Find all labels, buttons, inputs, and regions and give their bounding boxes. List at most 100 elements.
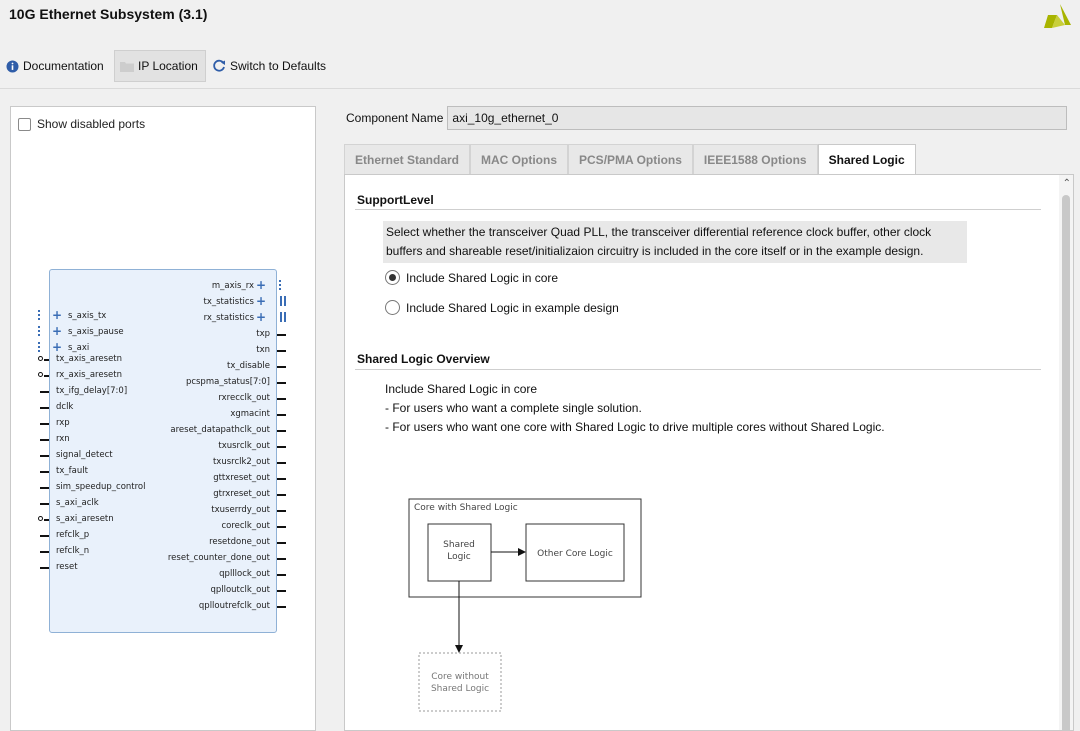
refresh-icon (213, 59, 225, 72)
radio-include-in-core[interactable]: Include Shared Logic in core (385, 270, 558, 285)
port-label: txn (256, 345, 270, 355)
port-label: s_axi_aresetn (56, 514, 114, 524)
tab-ieee1588-options[interactable]: IEEE1588 Options (692, 144, 818, 174)
pin (40, 471, 49, 473)
show-disabled-ports-checkbox[interactable]: Show disabled ports (18, 117, 145, 131)
active-low-pin (38, 372, 43, 377)
expand-icon[interactable]: + (256, 279, 266, 291)
scroll-up-icon[interactable]: ⌃ (1063, 178, 1071, 189)
pin (40, 423, 49, 425)
overview-line: - For users who want a complete single s… (385, 401, 642, 415)
section-divider (355, 369, 1041, 370)
diagram-label: Other Core Logic (537, 549, 613, 559)
pin (277, 510, 286, 512)
port-label: resetdone_out (209, 537, 270, 547)
bus-stack-icon (279, 280, 286, 290)
port-label: tx_axis_aresetn (56, 354, 123, 364)
radio-include-in-example[interactable]: Include Shared Logic in example design (385, 300, 619, 315)
port-label: s_axi (68, 343, 90, 353)
expand-icon[interactable]: + (256, 311, 266, 323)
port-label: rxp (56, 418, 70, 428)
port-label: txuserrdy_out (211, 505, 270, 515)
port-label: s_axis_pause (68, 327, 124, 337)
expand-icon[interactable]: + (256, 295, 266, 307)
tab-mac-options[interactable]: MAC Options (470, 144, 569, 174)
diagram-label: Shared (443, 540, 475, 550)
port-label: qplloutrefclk_out (198, 601, 270, 611)
ip-location-button[interactable]: IP Location (114, 50, 206, 82)
expand-icon[interactable]: + (52, 309, 62, 321)
xilinx-logo-icon (1044, 4, 1071, 28)
expand-icon[interactable]: + (52, 325, 62, 337)
title-bar: 10G Ethernet Subsystem (3.1) (0, 0, 1080, 34)
tab-ethernet-standard[interactable]: Ethernet Standard (344, 144, 471, 174)
scroll-thumb[interactable] (1062, 195, 1070, 730)
port-label: txusrclk2_out (212, 457, 270, 467)
pin (277, 494, 286, 496)
radio-button[interactable] (385, 300, 400, 315)
shared-logic-panel: SupportLevel Select whether the transcei… (344, 174, 1074, 731)
documentation-label: Documentation (23, 59, 104, 73)
tab-pcs-pma-options[interactable]: PCS/PMA Options (568, 144, 693, 174)
pin (40, 455, 49, 457)
port-label: s_axi_aclk (56, 498, 99, 508)
support-level-description: Select whether the transceiver Quad PLL,… (383, 221, 967, 263)
port-label: rxrecclk_out (218, 393, 270, 403)
description-line: Select whether the transceiver Quad PLL,… (386, 225, 932, 239)
toolbar: Documentation IP Location Switch to Defa… (0, 50, 1080, 82)
tab-bar: Ethernet Standard MAC Options PCS/PMA Op… (344, 144, 916, 174)
radio-label: Include Shared Logic in example design (406, 300, 619, 315)
port-label: reset_counter_done_out (167, 553, 270, 563)
expand-icon[interactable]: + (52, 341, 62, 353)
toolbar-divider (0, 88, 1080, 89)
pin (40, 391, 49, 393)
port-label: rx_statistics (203, 313, 254, 323)
ip-symbol-panel: Show disabled ports + s_axis_tx + s_axis… (10, 106, 316, 731)
active-low-pin (38, 356, 43, 361)
bus-stack-icon (38, 310, 45, 320)
arrow-head-icon (455, 645, 463, 653)
pin (277, 526, 286, 528)
vertical-scrollbar[interactable]: ⌃ (1059, 175, 1073, 730)
pin (277, 542, 286, 544)
port-label: dclk (56, 402, 74, 412)
pin (44, 519, 49, 521)
port-label: areset_datapathclk_out (170, 425, 270, 435)
port-label: s_axis_tx (68, 311, 107, 321)
pin (40, 567, 49, 569)
ip-block-symbol: + s_axis_tx + s_axis_pause + s_axi tx_ax… (38, 269, 286, 633)
radio-button-selected[interactable] (385, 270, 400, 285)
bus-stack-icon (38, 342, 45, 352)
pin (40, 487, 49, 489)
port-label: coreclk_out (221, 521, 270, 531)
description-line: buffers and shareable reset/initializaio… (386, 244, 924, 258)
switch-to-defaults-label: Switch to Defaults (230, 59, 327, 73)
pin (277, 478, 286, 480)
switch-to-defaults-button[interactable]: Switch to Defaults (212, 50, 326, 82)
port-label: sim_speedup_control (56, 482, 146, 492)
component-name-row: Component Name (346, 106, 1068, 130)
pin (277, 606, 286, 608)
checkbox-box[interactable] (18, 117, 31, 131)
port-label: tx_fault (56, 466, 88, 476)
pin (277, 574, 286, 576)
tab-shared-logic[interactable]: Shared Logic (817, 144, 916, 174)
pin (44, 359, 49, 361)
pin (44, 375, 49, 377)
documentation-button[interactable]: Documentation (6, 50, 104, 82)
pin (277, 398, 286, 400)
pin (277, 334, 286, 336)
component-name-field[interactable] (447, 106, 1068, 130)
window-title: 10G Ethernet Subsystem (3.1) (9, 6, 208, 22)
port-label: reset (56, 562, 78, 572)
port-label: qplloutclk_out (210, 585, 270, 595)
ip-location-label: IP Location (138, 59, 198, 73)
pin (277, 590, 286, 592)
pin (40, 551, 49, 553)
component-name-label: Component Name (346, 111, 444, 125)
configuration-area: Component Name Ethernet Standard MAC Opt… (332, 100, 1080, 731)
folder-icon (120, 61, 134, 72)
info-icon (6, 60, 19, 72)
port-label: txusrclk_out (218, 441, 270, 451)
bus-bars-icon (280, 296, 286, 306)
